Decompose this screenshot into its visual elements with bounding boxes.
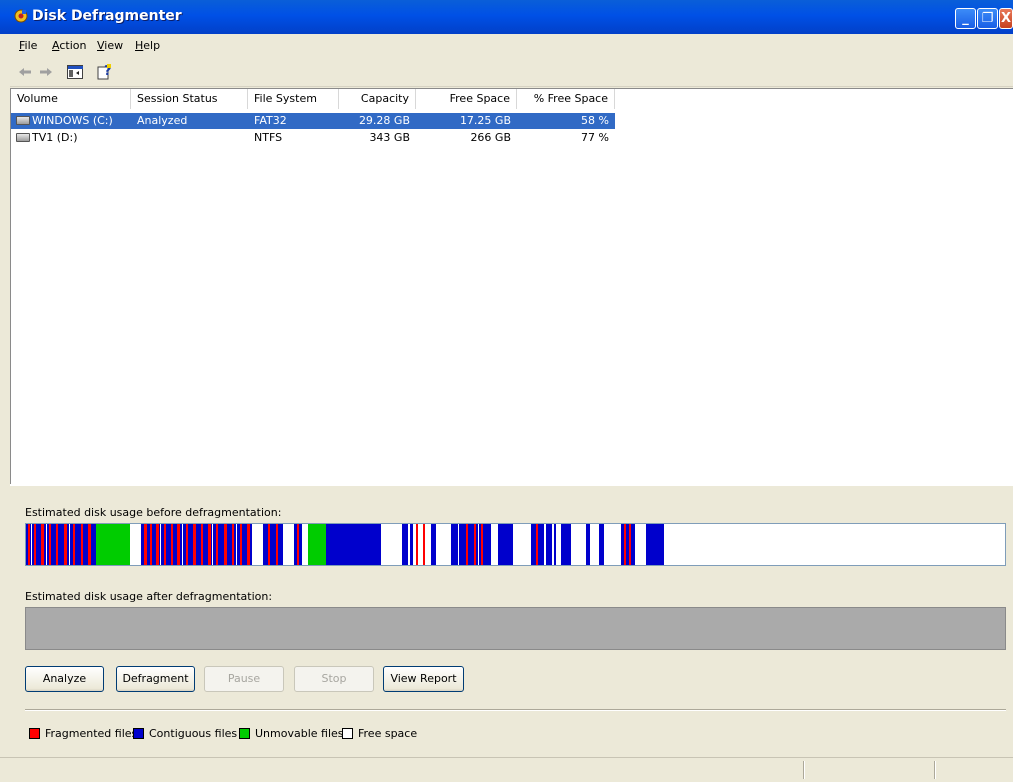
cell-percent-free: 77 %	[581, 131, 609, 144]
cell-capacity: 343 GB	[369, 131, 410, 144]
unmovable-swatch	[239, 728, 250, 739]
cell-status: Analyzed	[137, 114, 188, 127]
stop-button[interactable]: Stop	[294, 666, 374, 692]
cell-percent-free: 58 %	[581, 114, 609, 127]
contiguous-swatch	[133, 728, 144, 739]
console-tree-icon	[67, 65, 83, 79]
close-icon: X	[1000, 11, 1012, 26]
cell-capacity: 29.28 GB	[358, 114, 410, 127]
help-icon: ?	[97, 64, 112, 80]
cell-volume: WINDOWS (C:)	[32, 114, 113, 127]
legend-free-space: Free space	[342, 727, 417, 740]
analyze-button[interactable]: Analyze	[25, 666, 104, 692]
after-defrag-label: Estimated disk usage after defragmentati…	[25, 590, 273, 603]
restore-icon: ❐	[981, 11, 994, 26]
status-separator	[803, 761, 805, 779]
disk-defragmenter-app-icon[interactable]	[14, 9, 28, 23]
status-bar	[0, 757, 1013, 782]
cell-volume: TV1 (D:)	[32, 131, 78, 144]
cell-status	[137, 130, 247, 146]
disk-usage-bar	[26, 524, 1005, 565]
after-defrag-map	[25, 607, 1006, 650]
back-button[interactable]	[17, 63, 33, 81]
table-row[interactable]: WINDOWS (C:) Analyzed FAT32 29.28 GB 17.…	[11, 113, 615, 129]
arrow-right-icon	[40, 68, 52, 76]
cell-file-system: FAT32	[254, 114, 287, 127]
analysis-pane: Estimated disk usage before defragmentat…	[10, 484, 1013, 757]
legend-contiguous-label: Contiguous files	[149, 727, 238, 740]
help-button[interactable]: ?	[96, 63, 114, 81]
status-separator	[934, 761, 936, 779]
column-file-system[interactable]: File System	[248, 89, 339, 109]
before-defrag-label: Estimated disk usage before defragmentat…	[25, 506, 282, 519]
menu-view[interactable]: View	[97, 39, 123, 52]
legend-fragmented: Fragmented files	[29, 727, 137, 740]
menu-file[interactable]: File	[19, 39, 37, 52]
hard-drive-icon	[16, 116, 30, 125]
column-percent-free-space[interactable]: % Free Space	[517, 89, 615, 109]
column-free-space[interactable]: Free Space	[416, 89, 517, 109]
menu-help[interactable]: Help	[135, 39, 160, 52]
close-button[interactable]: X	[999, 8, 1013, 29]
legend-unmovable: Unmovable files	[239, 727, 344, 740]
legend-contiguous: Contiguous files	[133, 727, 237, 740]
window-title: Disk Defragmenter	[32, 8, 182, 24]
free-space-swatch	[342, 728, 353, 739]
maximize-button[interactable]: ❐	[977, 8, 998, 29]
toolbar: ?	[0, 58, 1013, 87]
arrow-left-icon	[19, 68, 31, 76]
column-session-status[interactable]: Session Status	[131, 89, 248, 109]
fragmented-swatch	[29, 728, 40, 739]
pause-button[interactable]: Pause	[204, 666, 284, 692]
table-row[interactable]: TV1 (D:) NTFS 343 GB 266 GB 77 %	[11, 130, 615, 146]
legend-divider	[25, 709, 1006, 711]
column-volume[interactable]: Volume	[11, 89, 131, 109]
menu-action[interactable]: Action	[52, 39, 86, 52]
defragment-button[interactable]: Defragment	[116, 666, 195, 692]
title-bar: Disk Defragmenter _ ❐ X	[0, 0, 1013, 34]
menu-bar: File Action View Help	[0, 34, 1013, 58]
cell-free-space: 17.25 GB	[459, 114, 511, 127]
column-header-row: Volume Session Status File System Capaci…	[11, 89, 1013, 109]
show-hide-console-tree-button[interactable]	[66, 63, 84, 81]
cell-free-space: 266 GB	[470, 131, 511, 144]
cell-file-system: NTFS	[254, 131, 283, 144]
volume-list[interactable]: Volume Session Status File System Capaci…	[10, 88, 1013, 485]
column-capacity[interactable]: Capacity	[339, 89, 416, 109]
window-frame-left	[0, 34, 10, 757]
view-report-button[interactable]: View Report	[383, 666, 464, 692]
hard-drive-icon	[16, 133, 30, 142]
before-defrag-map	[25, 523, 1006, 566]
forward-button[interactable]	[38, 63, 54, 81]
minimize-icon: _	[962, 11, 969, 26]
legend-unmovable-label: Unmovable files	[255, 727, 344, 740]
legend-fragmented-label: Fragmented files	[45, 727, 138, 740]
minimize-button[interactable]: _	[955, 8, 976, 29]
legend-free-space-label: Free space	[358, 727, 418, 740]
